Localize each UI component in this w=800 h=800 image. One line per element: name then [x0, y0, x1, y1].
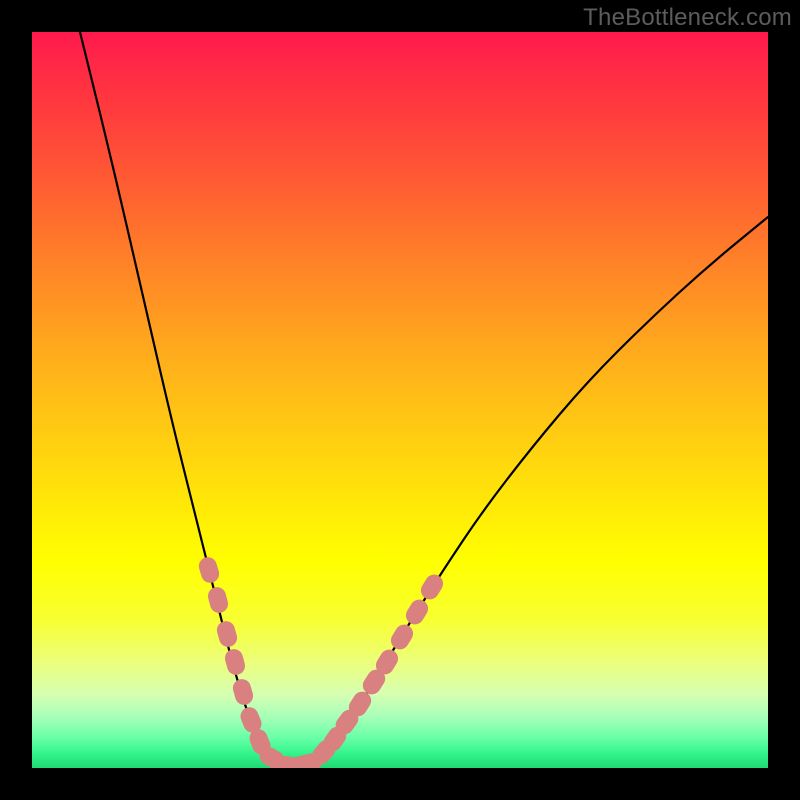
data-marker: [418, 571, 447, 603]
data-marker: [215, 619, 239, 649]
data-marker: [231, 677, 255, 707]
bottleneck-curve: [80, 32, 768, 767]
watermark-text: TheBottleneck.com: [583, 4, 792, 32]
data-marker: [197, 555, 222, 585]
data-marker: [403, 596, 432, 628]
chart-svg: [32, 32, 768, 768]
data-marker: [206, 585, 230, 615]
data-marker: [388, 621, 417, 653]
chart-frame: TheBottleneck.com: [0, 0, 800, 800]
data-marker: [223, 647, 247, 677]
marker-group: [197, 555, 447, 768]
plot-area: [32, 32, 768, 768]
